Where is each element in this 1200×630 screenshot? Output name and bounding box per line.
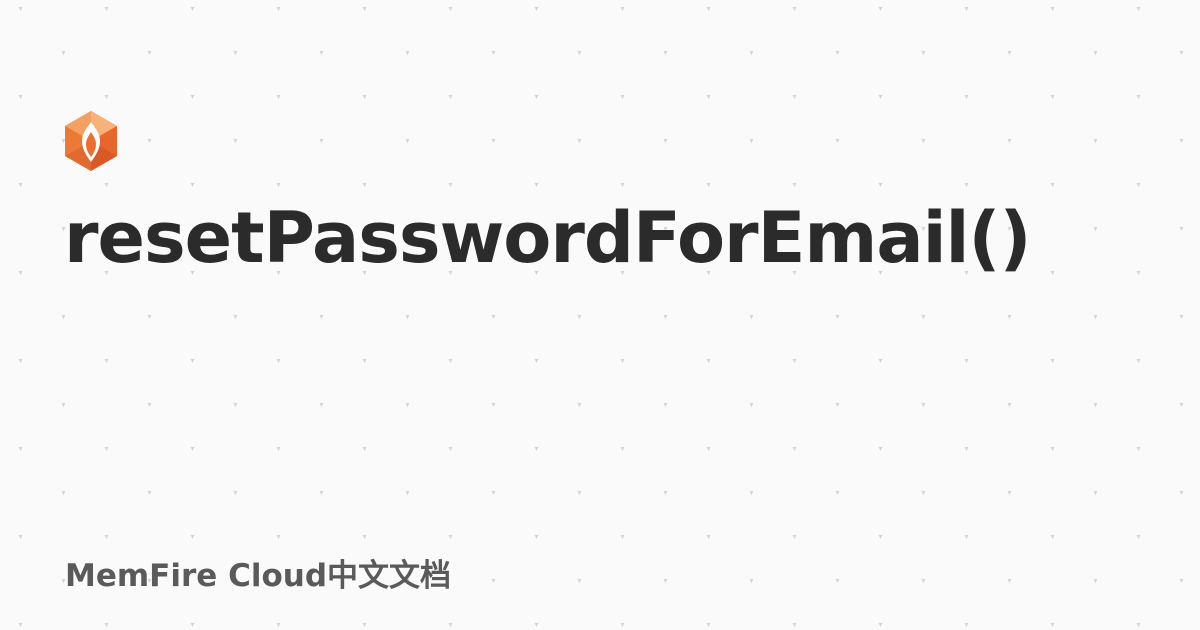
dot-pattern-background <box>0 0 1200 630</box>
social-card: resetPasswordForEmail() MemFire Cloud中文文… <box>0 0 1200 630</box>
site-name: MemFire Cloud中文文档 <box>65 558 452 594</box>
page-title: resetPasswordForEmail() <box>64 197 1032 279</box>
memfire-logo-icon <box>65 111 117 171</box>
